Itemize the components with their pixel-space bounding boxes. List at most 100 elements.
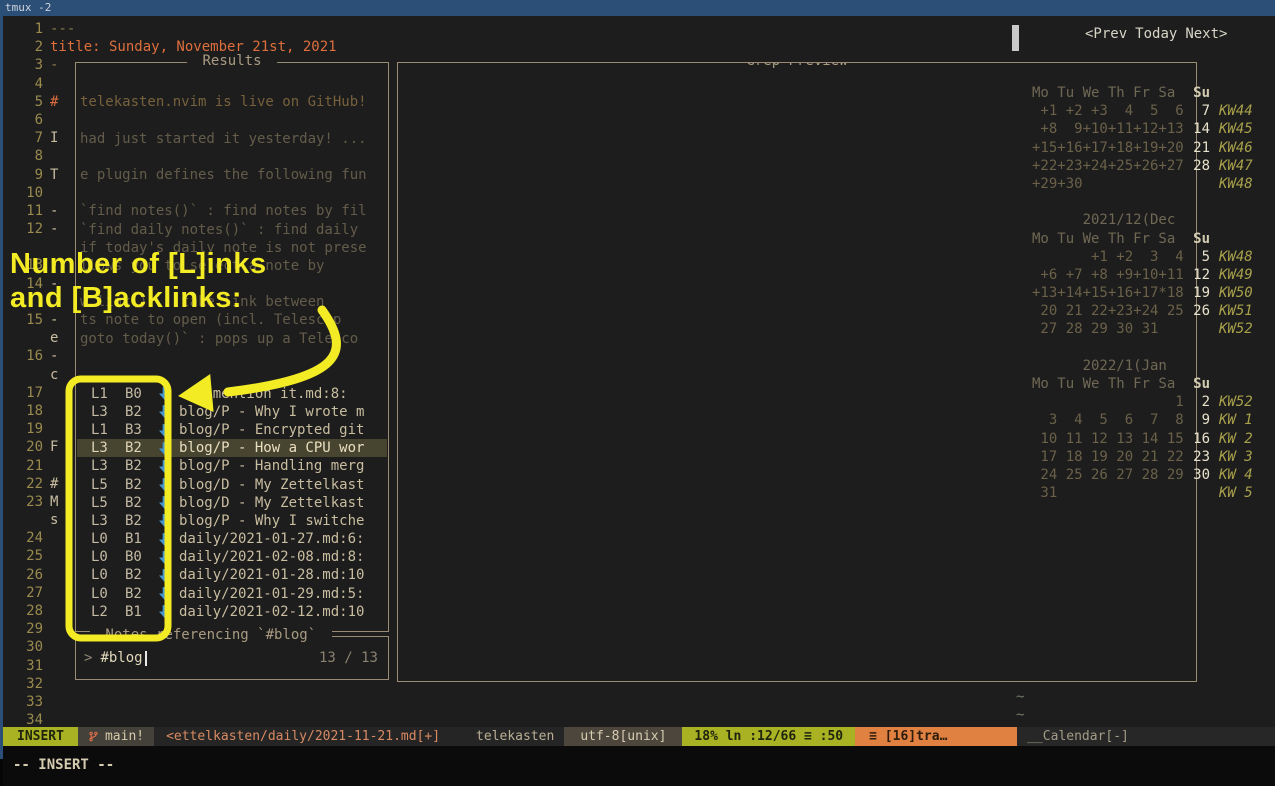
- calendar-sunday-cell[interactable]: 9: [1184, 411, 1210, 429]
- result-row[interactable]: L3 B2 blog/P - Why I switche: [77, 512, 387, 530]
- calendar-sunday-cell[interactable]: 12: [1184, 266, 1210, 284]
- result-filename: daily/2021-02-08.md:8:: [179, 548, 364, 566]
- calendar-weekdays[interactable]: +6 +7 +8 +9+10+11: [1032, 266, 1184, 284]
- line-number: 2: [3, 38, 50, 56]
- calendar-sunday-cell[interactable]: [1184, 484, 1210, 502]
- result-row[interactable]: L0 B1 daily/2021-01-27.md:6:: [77, 530, 387, 548]
- result-row[interactable]: L3 B2 blog/P - Handling merg: [77, 457, 387, 475]
- calendar-weekdays[interactable]: 17 18 19 20 21 22: [1032, 448, 1184, 466]
- calendar-weekdays[interactable]: +29+30: [1032, 175, 1184, 193]
- result-row[interactable]: L3 B2 blog/P - Why I wrote m: [77, 403, 387, 421]
- result-filename: daily/2021-01-29.md:5:: [179, 585, 364, 603]
- calendar-week-number: KW 1: [1219, 411, 1253, 429]
- calendar-weekdays[interactable]: 1: [1032, 393, 1184, 411]
- result-row[interactable]: L1 B3 blog/P - Encrypted git: [77, 421, 387, 439]
- calendar-weekdays[interactable]: 20 21 22+23+24 25: [1032, 302, 1184, 320]
- prompt-window: Notes referencing `#blog` > #blog 13 / 1…: [75, 636, 389, 680]
- calendar-sunday-cell[interactable]: 28: [1184, 157, 1210, 175]
- line-number: 17: [3, 384, 50, 402]
- result-filename: blog/D - My Zettelkast: [179, 494, 364, 512]
- warning-indicator: ≡ [16]tra…: [855, 727, 1017, 746]
- calendar-weekdays[interactable]: 27 28 29 30 31: [1032, 320, 1184, 338]
- backlinks-count: B1: [125, 530, 150, 548]
- buffer-text: -: [50, 202, 58, 220]
- calendar-sunday-cell[interactable]: 2: [1184, 393, 1210, 411]
- calendar-weekdays[interactable]: +8 9+10+11+12+13: [1032, 120, 1184, 138]
- calendar-weekdays[interactable]: +1 +2 3 4: [1032, 248, 1184, 266]
- result-row[interactable]: L5 B2 blog/D - My Zettelkast: [77, 476, 387, 494]
- calendar-sunday-cell[interactable]: [1184, 175, 1210, 193]
- result-row[interactable]: L0 B2 daily/2021-01-29.md:5:: [77, 585, 387, 603]
- line-number: 11: [3, 202, 50, 220]
- result-row[interactable]: L0 B2 daily/2021-01-28.md:10: [77, 566, 387, 584]
- links-count: L5: [91, 494, 116, 512]
- calendar-sunday-cell[interactable]: [1184, 193, 1210, 211]
- calendar-weekdays[interactable]: +13+14+15+16+17*18: [1032, 284, 1184, 302]
- calendar-sunday-cell[interactable]: 14: [1184, 120, 1210, 138]
- calendar-row: +8 9+10+11+12+13 14 KW45: [1032, 120, 1253, 138]
- search-input[interactable]: #blog: [100, 650, 142, 666]
- encoding-indicator: utf-8[unix]: [564, 727, 682, 746]
- calendar-weekdays[interactable]: [1032, 339, 1184, 357]
- buffer-line[interactable]: 33: [3, 693, 1012, 711]
- calendar-sunday-cell[interactable]: [1184, 339, 1210, 357]
- calendar-weekdays[interactable]: 24 25 26 27 28 29: [1032, 466, 1184, 484]
- calendar-next-button[interactable]: Next>: [1185, 26, 1227, 42]
- buffer-line[interactable]: 2 title: Sunday, November 21st, 2021: [3, 38, 1012, 56]
- result-filename: daily/2021-02-12.md:10: [179, 603, 364, 621]
- calendar-weekdays[interactable]: +22+23+24+25+26+27: [1032, 157, 1184, 175]
- links-count: L3: [91, 439, 116, 457]
- calendar-sunday-cell[interactable]: 5: [1184, 248, 1210, 266]
- calendar-sunday-cell[interactable]: 23: [1184, 448, 1210, 466]
- line-number: 22: [3, 475, 50, 493]
- calendar-sunday-cell[interactable]: 26: [1184, 302, 1210, 320]
- result-filename: daily/2021-01-27.md:6:: [179, 530, 364, 548]
- calendar-prev-button[interactable]: <Prev: [1085, 26, 1127, 42]
- calendar-weekdays[interactable]: 2022/1(Jan: [1032, 357, 1184, 375]
- result-row[interactable]: L5 B2 blog/D - My Zettelkast: [77, 494, 387, 512]
- calendar-week-number: KW 2: [1219, 430, 1253, 448]
- calendar-sunday-cell[interactable]: [1184, 357, 1210, 375]
- calendar-sunday-cell[interactable]: 7: [1184, 102, 1210, 120]
- calendar-weekdays[interactable]: [1032, 193, 1184, 211]
- calendar-weekdays[interactable]: 3 4 5 6 7 8: [1032, 411, 1184, 429]
- calendar-sunday-cell[interactable]: [1184, 320, 1210, 338]
- calendar-weekdays[interactable]: 2021/12(Dec: [1032, 211, 1184, 229]
- calendar-weekdays[interactable]: Mo Tu We Th Fr Sa: [1032, 375, 1184, 393]
- line-number: 3: [3, 56, 50, 74]
- calendar-sunday-cell[interactable]: [1184, 211, 1210, 229]
- calendar-weekdays[interactable]: +15+16+17+18+19+20: [1032, 139, 1184, 157]
- calendar-today-button[interactable]: Today: [1135, 26, 1177, 42]
- line-number: 1: [3, 20, 50, 38]
- calendar-row: +1 +2 3 4 5 KW48: [1032, 248, 1253, 266]
- result-row[interactable]: L1 B0 ..i mention it.md:8:: [77, 385, 387, 403]
- links-count: L3: [91, 403, 116, 421]
- calendar-sunday-cell[interactable]: 16: [1184, 430, 1210, 448]
- calendar-weekdays[interactable]: 10 11 12 13 14 15: [1032, 430, 1184, 448]
- calendar-sunday-cell[interactable]: Su: [1184, 375, 1210, 393]
- calendar-weekdays[interactable]: Mo Tu We Th Fr Sa: [1032, 84, 1184, 102]
- line-number: 27: [3, 584, 50, 602]
- calendar-week-number: KW50: [1219, 284, 1253, 302]
- calendar-weekdays[interactable]: +1 +2 +3 4 5 6: [1032, 102, 1184, 120]
- window-separator[interactable]: [1012, 25, 1019, 51]
- buffer-line[interactable]: 34: [3, 711, 1012, 727]
- calendar-sunday-cell[interactable]: 30: [1184, 466, 1210, 484]
- results-window-title: Results: [187, 53, 277, 69]
- calendar-sunday-cell[interactable]: Su: [1184, 230, 1210, 248]
- calendar-weekdays[interactable]: 31: [1032, 484, 1184, 502]
- prompt-row: > #blog 13 / 13: [76, 637, 388, 679]
- calendar-sunday-cell[interactable]: 19: [1184, 284, 1210, 302]
- calendar-row: +29+30 KW48: [1032, 175, 1253, 193]
- calendar-weekdays[interactable]: Mo Tu We Th Fr Sa: [1032, 230, 1184, 248]
- result-row[interactable]: L3 B2 blog/P - How a CPU wor: [77, 439, 387, 457]
- buffer-line[interactable]: 1 ---: [3, 20, 1012, 38]
- result-filename: blog/D - My Zettelkast: [179, 476, 364, 494]
- calendar-sunday-cell[interactable]: Su: [1184, 84, 1210, 102]
- calendar-sunday-cell[interactable]: 21: [1184, 139, 1210, 157]
- links-count: L0: [91, 566, 116, 584]
- result-row[interactable]: L2 B1 daily/2021-02-12.md:10: [77, 603, 387, 621]
- buffer-text: s: [50, 511, 58, 529]
- result-row[interactable]: L0 B0 daily/2021-02-08.md:8:: [77, 548, 387, 566]
- calendar-row: 3 4 5 6 7 8 9 KW 1: [1032, 411, 1253, 429]
